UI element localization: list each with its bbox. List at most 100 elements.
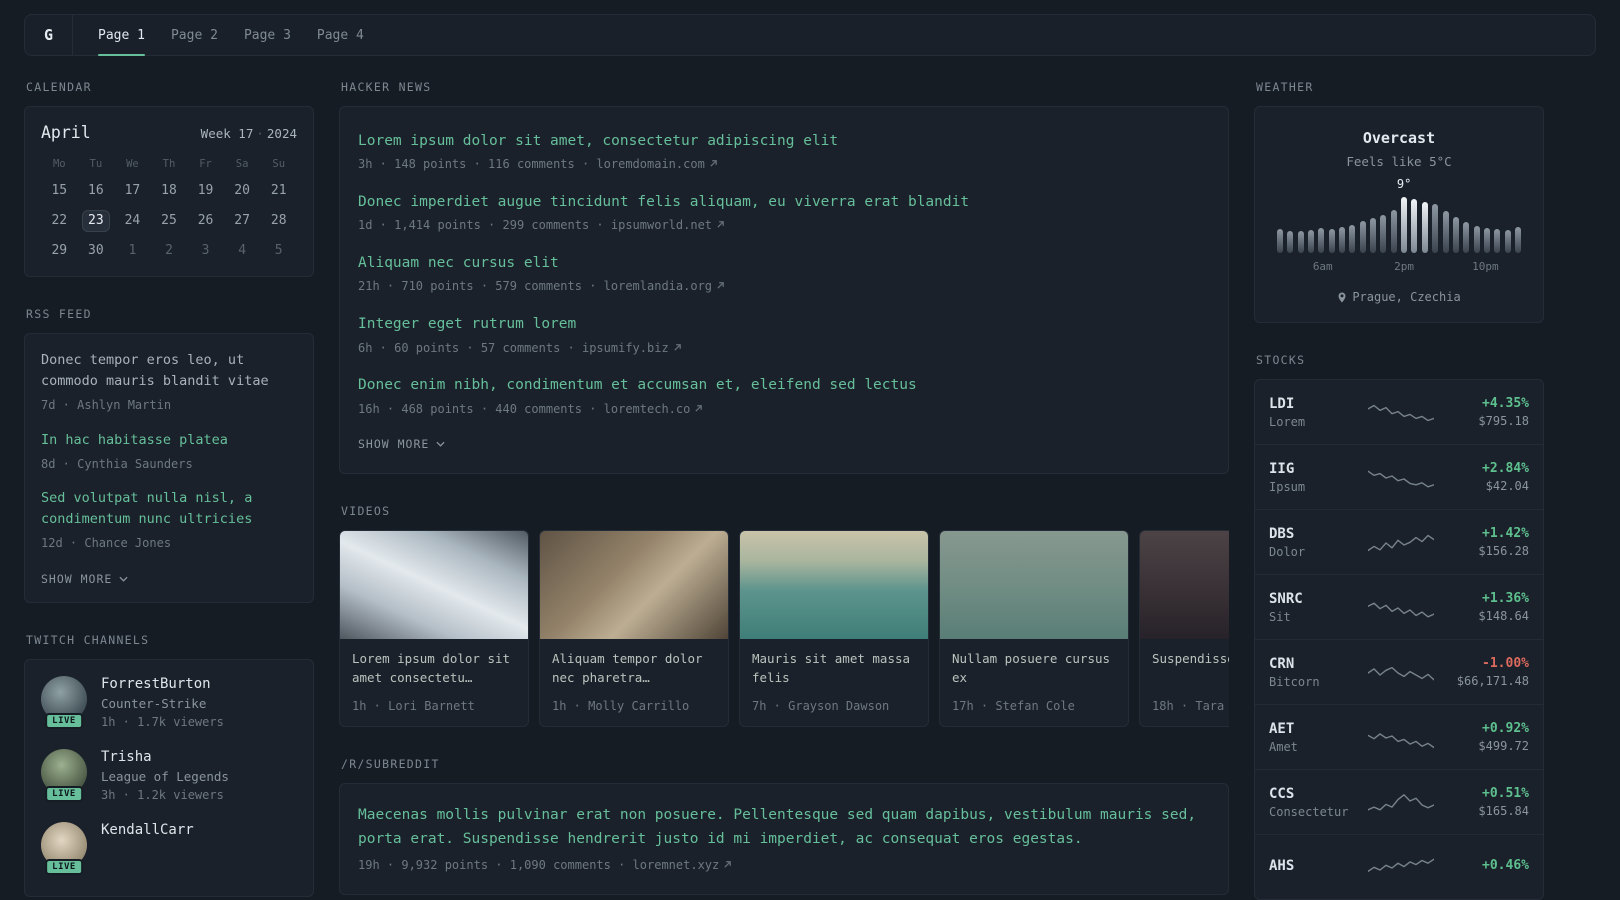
stock-values: +1.36% $148.64 [1437,591,1529,623]
calendar-day[interactable]: 18 [151,180,188,202]
live-badge: LIVE [45,859,83,875]
hn-item-meta: 21h · 710 points · 579 comments · loreml… [358,278,1210,295]
tab-page-3[interactable]: Page 3 [231,15,304,55]
rss-item-title[interactable]: In hac habitasse platea [41,430,297,451]
video-card[interactable]: Aliquam tempor dolor nec pharetra… 1h · … [539,530,729,728]
weather-bar [1277,229,1283,253]
hn-item-stats: 3h · 148 points · 116 comments · [358,157,590,172]
rss-item-title[interactable]: Donec tempor eros leo, ut commodo mauris… [41,350,297,392]
stock-name: Dolor [1269,544,1306,559]
weather-bar [1452,217,1459,253]
calendar-day[interactable]: 19 [187,180,224,202]
calendar-day[interactable]: 28 [260,210,297,232]
twitch-channel-name[interactable]: KendallCarr [101,822,194,838]
hn-item-title[interactable]: Lorem ipsum dolor sit amet, consectetur … [358,133,838,149]
calendar-day[interactable]: 3 [187,240,224,262]
rss-item-meta: 8d · Cynthia Saunders [41,456,193,471]
hn-item-domain-link[interactable]: ipsumworld.net [611,218,725,232]
video-card[interactable]: Nullam posuere cursus ex 17h · Stefan Co… [939,530,1129,728]
hn-item-title[interactable]: Integer eget rutrum lorem [358,316,576,332]
hn-item: Integer eget rutrum lorem 6h · 60 points… [358,314,1210,356]
external-link-icon [724,861,732,868]
calendar-day[interactable]: 24 [114,210,151,232]
stock-symbol: IIG [1269,460,1295,477]
stock-row[interactable]: IIG Ipsum +2.84% $42.04 [1255,444,1543,509]
video-title: Suspendisse diam [1152,651,1229,667]
calendar-day[interactable]: 2 [151,240,188,262]
calendar-day-today[interactable]: 23 [81,210,111,232]
hn-item-domain-link[interactable]: loremtech.co [604,402,704,416]
app-logo[interactable]: G [25,15,73,55]
video-thumbnail [940,531,1128,640]
video-card[interactable]: Mauris sit amet massa felis 7h · Grayson… [739,530,929,728]
external-link-icon [717,282,724,290]
twitch-channel[interactable]: LIVE Trisha League of Legends 3h · 1.2k … [41,749,297,802]
calendar-day[interactable]: 15 [41,180,78,202]
calendar-day[interactable]: 21 [260,180,297,202]
twitch-channel-info: KendallCarr [101,822,194,842]
calendar-day[interactable]: 26 [187,210,224,232]
hn-item-title[interactable]: Aliquam nec cursus elit [358,255,559,271]
twitch-channel[interactable]: LIVE KendallCarr [41,822,297,875]
stock-symbol: SNRC [1269,590,1303,607]
calendar-day[interactable]: 17 [114,180,151,202]
subreddit-post-title[interactable]: Maecenas mollis pulvinar erat non posuer… [358,804,1210,852]
twitch-channel-name[interactable]: ForrestBurton [101,676,224,692]
page-tabs: Page 1 Page 2 Page 3 Page 4 [73,15,377,56]
hn-item-domain-link[interactable]: ipsumify.biz [582,341,682,355]
hn-item-domain-link[interactable]: loremdomain.com [596,157,717,171]
videos-row: Lorem ipsum dolor sit amet consectetu… 1… [339,530,1229,728]
weather-feels-like: Feels like 5°C [1346,154,1452,169]
tab-page-4[interactable]: Page 4 [304,15,377,55]
stock-identity: SNRC Sit [1269,591,1365,624]
calendar-day[interactable]: 20 [224,180,261,202]
stock-row[interactable]: AET Amet +0.92% $499.72 [1255,704,1543,769]
calendar-day[interactable]: 5 [260,240,297,262]
twitch-channel[interactable]: LIVE ForrestBurton Counter-Strike 1h · 1… [41,676,297,729]
video-card[interactable]: Lorem ipsum dolor sit amet consectetu… 1… [339,530,529,728]
calendar-weekday: Sa [235,158,249,170]
tab-page-1[interactable]: Page 1 [85,15,158,56]
stock-row[interactable]: CCS Consectetur +0.51% $165.84 [1255,769,1543,834]
stock-identity: AET Amet [1269,721,1365,754]
hn-item-title[interactable]: Donec imperdiet augue tincidunt felis al… [358,194,969,210]
rss-item: Sed volutpat nulla nisl, a condimentum n… [41,488,297,552]
stock-row[interactable]: AHS +0.46% [1255,834,1543,899]
dashboard: G Page 1 Page 2 Page 3 Page 4 CALENDAR A… [0,0,1620,900]
hn-item-stats: 1d · 1,414 points · 299 comments · [358,218,604,233]
stock-row[interactable]: SNRC Sit +1.36% $148.64 [1255,574,1543,639]
section-title-videos: VIDEOS [341,504,391,519]
stock-row[interactable]: DBS Dolor +1.42% $156.28 [1255,509,1543,574]
subreddit-post-domain-link[interactable]: loremnet.xyz [633,858,733,872]
calendar-day[interactable]: 29 [41,240,78,262]
calendar-day[interactable]: 27 [224,210,261,232]
rss-item-title[interactable]: Sed volutpat nulla nisl, a condimentum n… [41,488,297,530]
stock-row[interactable]: CRN Bitcorn -1.00% $66,171.48 [1255,639,1543,704]
stock-symbol: CCS [1269,785,1295,802]
hn-item-domain-link[interactable]: loremlandia.org [604,279,725,293]
calendar-year: 2024 [266,126,297,141]
stock-row[interactable]: LDI Lorem +4.35% $795.18 [1255,380,1543,444]
tab-page-2[interactable]: Page 2 [158,15,231,55]
stock-values: +0.46% [1437,858,1529,876]
video-card[interactable]: Suspendisse diam 18h · Tara [1139,530,1229,728]
stock-sparkline [1365,522,1437,562]
rss-show-more-button[interactable]: SHOW MORE [41,572,128,586]
stock-name: Sit [1269,609,1291,624]
twitch-channel-name[interactable]: Trisha [101,749,229,765]
avatar: LIVE [41,749,87,802]
calendar-day[interactable]: 4 [224,240,261,262]
calendar-grid: Mo Tu We Th Fr Sa Su 15 16 17 18 19 20 21 22 23 24 25 26 27… [41,156,297,262]
weather-bar [1328,229,1335,253]
hn-show-more-button[interactable]: SHOW MORE [358,437,445,451]
weather-bar [1339,227,1346,253]
calendar-day[interactable]: 25 [151,210,188,232]
calendar-day[interactable]: 16 [78,180,115,202]
calendar-day[interactable]: 1 [114,240,151,262]
stock-change: +0.92% [1482,721,1529,736]
weather-bar [1297,231,1304,253]
hn-item-title[interactable]: Donec enim nibh, condimentum et accumsan… [358,377,917,393]
calendar-day[interactable]: 22 [41,210,78,232]
video-title: Nullam posuere cursus ex [952,651,1111,685]
calendar-day[interactable]: 30 [78,240,115,262]
